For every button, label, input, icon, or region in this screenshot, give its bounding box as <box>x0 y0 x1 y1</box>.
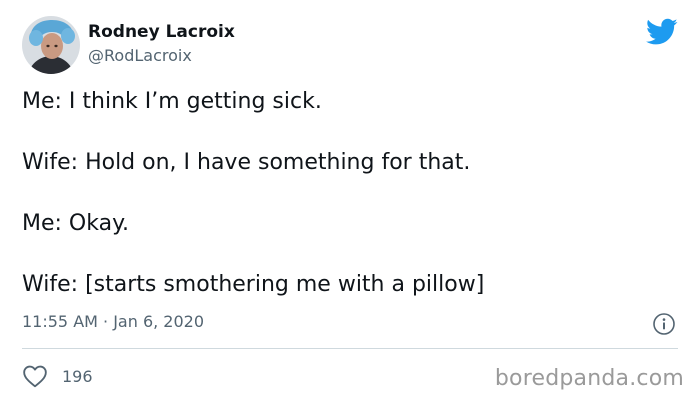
author-handle[interactable]: @RodLacroix <box>88 46 192 65</box>
tweet-line: Wife: Hold on, I have something for that… <box>22 150 471 175</box>
like-count: 196 <box>62 366 93 386</box>
heart-icon <box>22 364 48 388</box>
author-display-name[interactable]: Rodney Lacroix <box>88 22 235 42</box>
divider <box>22 348 678 349</box>
tweet-line: Me: Okay. <box>22 211 129 236</box>
tweet-line: Wife: [starts smothering me with a pillo… <box>22 272 485 297</box>
tweet-line: Me: I think I’m getting sick. <box>22 89 322 114</box>
avatar[interactable] <box>22 16 80 74</box>
like-button[interactable]: 196 <box>22 363 93 389</box>
tweet-timestamp[interactable]: 11:55 AM · Jan 6, 2020 <box>22 312 204 331</box>
watermark: boredpanda.com <box>494 366 684 391</box>
tweet-card: Rodney Lacroix @RodLacroix Me: I think I… <box>0 0 700 402</box>
tweet-text: Me: I think I’m getting sick. Wife: Hold… <box>22 88 672 332</box>
info-icon[interactable] <box>652 312 676 336</box>
twitter-bird-icon[interactable] <box>646 18 678 46</box>
